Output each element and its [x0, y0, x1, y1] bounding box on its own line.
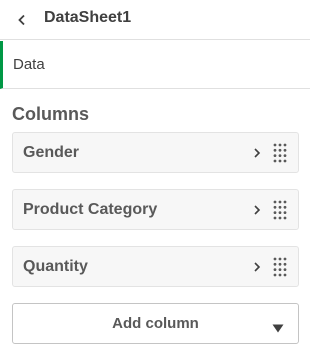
column-item-product-category[interactable]: Product Category [12, 189, 299, 230]
drag-handle-icon[interactable] [273, 200, 287, 220]
sheet-title: DataSheet1 [44, 9, 132, 26]
column-label: Gender [23, 143, 80, 161]
data-section-label: Data [13, 56, 45, 73]
column-label: Quantity [23, 257, 88, 275]
column-label: Product Category [23, 200, 158, 218]
drag-handle-icon[interactable] [273, 143, 287, 163]
add-column-label: Add column [112, 315, 199, 332]
chevron-left-icon [18, 14, 25, 26]
chevron-right-icon [250, 259, 264, 275]
back-button[interactable] [10, 8, 34, 32]
column-item-gender[interactable]: Gender [12, 132, 299, 173]
chevron-right-icon [250, 145, 264, 161]
panel-header: DataSheet1 [0, 0, 310, 40]
add-column-button[interactable]: Add column [12, 303, 299, 344]
properties-panel: DataSheet1 Data Columns Gender Product C… [0, 0, 310, 356]
data-section-tab[interactable]: Data [0, 41, 310, 89]
chevron-right-icon [250, 202, 264, 218]
columns-heading: Columns [12, 104, 90, 124]
column-item-quantity[interactable]: Quantity [12, 246, 299, 287]
drag-handle-icon[interactable] [273, 257, 287, 277]
caret-down-icon [272, 320, 284, 333]
